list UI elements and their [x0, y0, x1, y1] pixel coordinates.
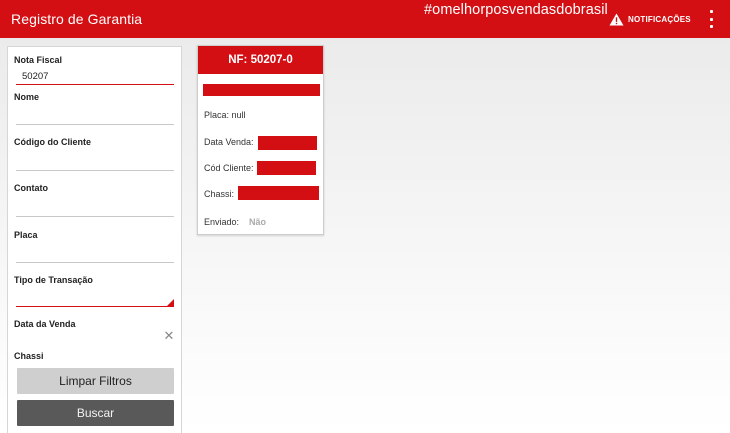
warning-icon — [609, 13, 624, 25]
data-venda-text: Data Venda: — [204, 137, 254, 147]
close-icon[interactable]: ✕ — [163, 329, 175, 342]
codigo-cliente-label: Código do Cliente — [14, 137, 91, 147]
app-bar: Registro de Garantia #omelhorposvendasdo… — [0, 0, 730, 38]
tipo-transacao-select[interactable] — [16, 295, 174, 307]
notifications-button[interactable]: NOTIFICAÇÕES — [609, 10, 691, 28]
enviado-value: Não — [249, 217, 267, 227]
placa-input[interactable] — [16, 251, 174, 263]
kebab-menu-icon[interactable] — [703, 10, 719, 28]
nota-fiscal-value: 50207 — [22, 71, 49, 82]
nome-label: Nome — [14, 92, 40, 102]
codigo-cliente-input[interactable] — [16, 159, 174, 171]
chassi-label: Chassi — [14, 351, 44, 361]
enviado-label: Enviado: — [204, 217, 240, 227]
nota-fiscal-label: Nota Fiscal — [14, 55, 63, 65]
nome-input[interactable] — [16, 113, 174, 125]
tipo-transacao-label: Tipo de Transação — [14, 275, 93, 285]
card-title: NF: 50207-0 — [198, 46, 323, 74]
placa-label: Placa — [14, 230, 38, 240]
clear-filters-button[interactable]: Limpar Filtros — [17, 368, 174, 394]
redacted-chassi — [238, 186, 319, 200]
notifications-label: NOTIFICAÇÕES — [628, 14, 691, 24]
redacted-cod-cliente — [257, 161, 316, 175]
placa-text: Placa: null — [204, 110, 246, 120]
cod-cliente-text: Cód Cliente: — [204, 163, 254, 173]
app-title: Registro de Garantia — [11, 11, 143, 27]
contato-label: Contato — [14, 183, 48, 193]
redacted-data-venda — [258, 136, 317, 150]
chassi-text: Chassi: — [204, 189, 235, 199]
result-card[interactable]: NF: 50207-0 Placa: null Data Venda: Cód … — [197, 45, 324, 235]
redacted-name — [203, 84, 320, 96]
nota-fiscal-input[interactable]: 50207 — [16, 71, 174, 85]
search-button[interactable]: Buscar — [17, 400, 174, 426]
enviado-row: Enviado: Não — [204, 217, 266, 227]
dropdown-arrow-icon — [167, 299, 174, 306]
filter-panel: Nota Fiscal 50207 Nome Código do Cliente… — [7, 46, 182, 433]
contato-input[interactable] — [16, 205, 174, 217]
hashtag-text: #omelhorposvendasdobrasil — [424, 2, 608, 18]
data-venda-label: Data da Venda — [14, 319, 76, 329]
